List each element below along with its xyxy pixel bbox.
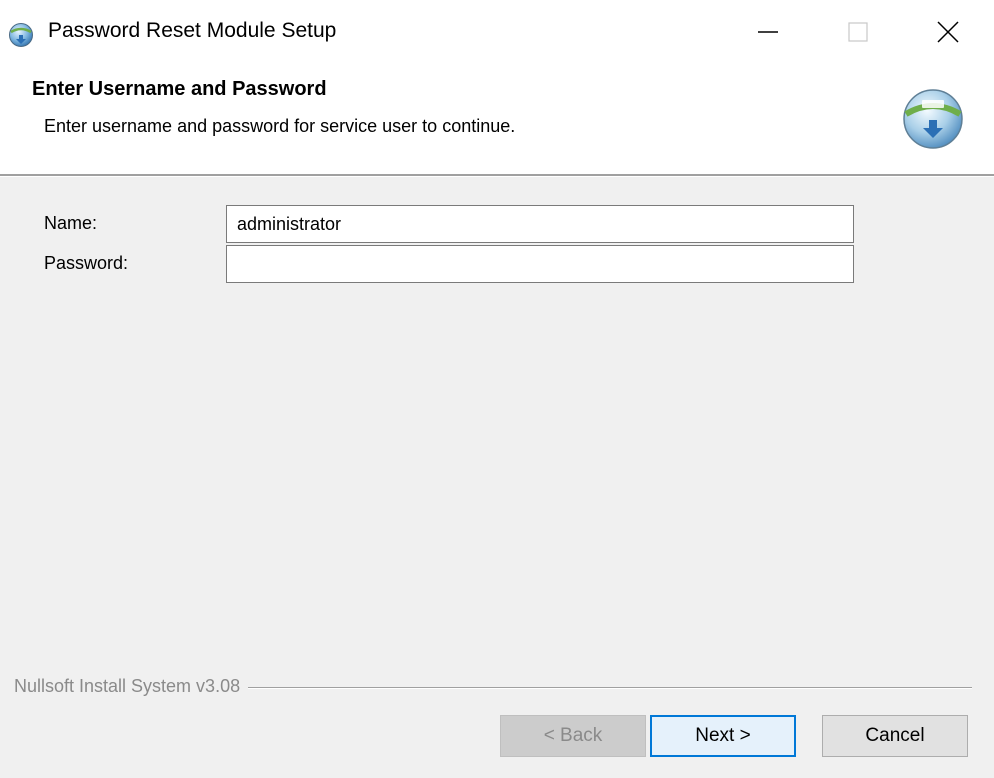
title-bar[interactable]: Password Reset Module Setup xyxy=(0,0,994,68)
cancel-button[interactable]: Cancel xyxy=(822,715,968,757)
close-button[interactable] xyxy=(902,0,994,68)
minimize-icon xyxy=(758,22,778,47)
password-label: Password: xyxy=(44,253,129,273)
name-input[interactable] xyxy=(226,205,854,243)
next-button[interactable]: Next > xyxy=(650,715,796,757)
close-icon xyxy=(937,20,959,48)
maximize-icon xyxy=(848,21,868,47)
maximize-button[interactable] xyxy=(812,0,904,68)
password-input[interactable] xyxy=(226,245,854,283)
page-title: Enter Username and Password xyxy=(32,78,327,100)
minimize-button[interactable] xyxy=(722,0,814,68)
header-divider xyxy=(0,174,994,177)
setup-window: Password Reset Module Setup Enter Userna… xyxy=(0,0,994,778)
page-header: Enter Username and Password Enter userna… xyxy=(0,68,994,174)
nsis-installer-icon xyxy=(900,86,966,152)
name-label: Name: xyxy=(44,213,98,233)
branding-text: Nullsoft Install System v3.08 xyxy=(14,676,249,697)
page-subtitle: Enter username and password for service … xyxy=(44,116,516,136)
installer-globe-icon xyxy=(8,22,34,48)
window-title: Password Reset Module Setup xyxy=(48,19,337,42)
back-button[interactable]: < Back xyxy=(500,715,646,757)
